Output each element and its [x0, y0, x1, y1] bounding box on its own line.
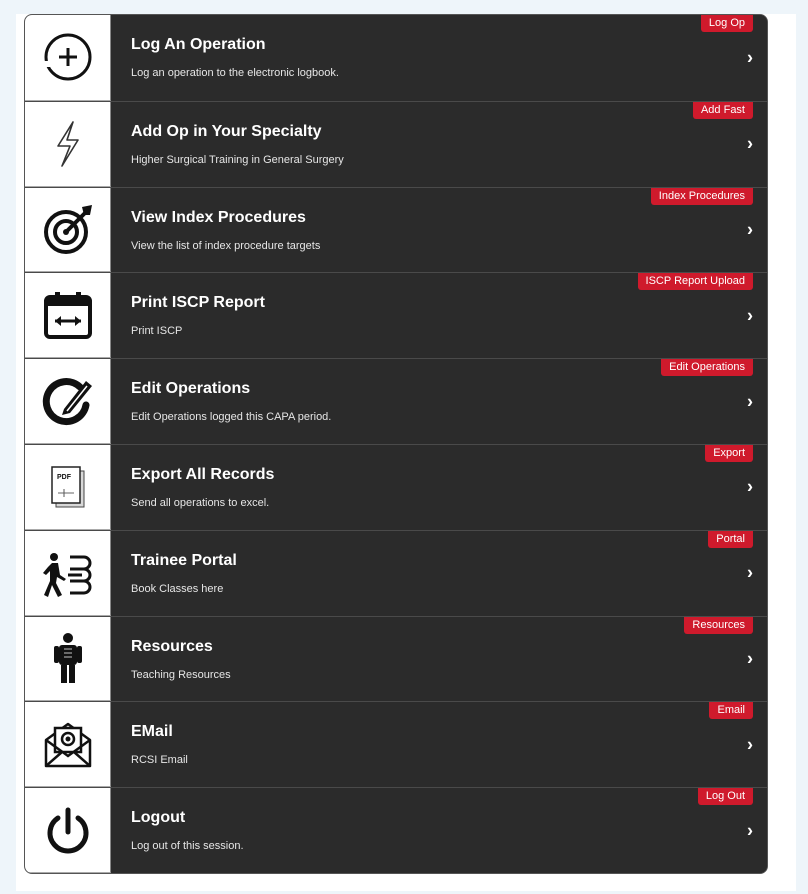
menu-badge: Email: [709, 702, 753, 720]
menu-badge: Add Fast: [692, 101, 753, 119]
menu-item-trainee-portal[interactable]: Portal Trainee Portal Book Classes here …: [25, 529, 767, 616]
menu-badge: Resources: [684, 616, 753, 634]
menu-badge: Log Out: [697, 788, 753, 806]
menu-item-export-records[interactable]: PDF Export Export All Records Send all o…: [25, 443, 767, 530]
menu-item-title: Edit Operations: [131, 380, 251, 398]
chevron-right-icon: ›: [747, 562, 753, 583]
menu-item-print-iscp[interactable]: ISCP Report Upload Print ISCP Report Pri…: [25, 272, 767, 359]
menu-item-index-procedures[interactable]: Index Procedures View Index Procedures V…: [25, 186, 767, 273]
menu-badge: Portal: [708, 530, 753, 548]
chevron-right-icon: ›: [747, 305, 753, 326]
power-icon: [25, 788, 111, 873]
menu-item-subtitle: View the list of index procedure targets: [131, 239, 321, 252]
menu-item-subtitle: Higher Surgical Training in General Surg…: [131, 153, 344, 166]
menu-badge: Index Procedures: [650, 187, 753, 205]
menu-badge: ISCP Report Upload: [637, 273, 753, 291]
menu-item-subtitle: Log out of this session.: [131, 840, 244, 853]
menu-item-add-op-specialty[interactable]: Add Fast Add Op in Your Specialty Higher…: [25, 100, 767, 187]
menu-badge: Log Op: [700, 15, 753, 32]
menu-item-title: EMail: [131, 723, 173, 741]
chevron-right-icon: ›: [747, 133, 753, 154]
chevron-right-icon: ›: [747, 47, 753, 68]
menu-item-title: Trainee Portal: [131, 551, 237, 569]
menu-item-title: Add Op in Your Specialty: [131, 122, 322, 140]
menu-item-edit-operations[interactable]: Edit Operations Edit Operations Edit Ope…: [25, 358, 767, 444]
anatomy-icon: [25, 616, 111, 702]
menu-item-log-operation[interactable]: Log Op Log An Operation Log an operation…: [25, 15, 767, 101]
chevron-right-icon: ›: [747, 391, 753, 412]
menu-item-subtitle: RCSI Email: [131, 754, 188, 767]
chevron-right-icon: ›: [747, 219, 753, 240]
target-icon: [25, 187, 111, 273]
menu-item-title: Print ISCP Report: [131, 294, 265, 312]
menu-item-logout[interactable]: Log Out Logout Log out of this session. …: [25, 787, 767, 873]
menu-item-title: View Index Procedures: [131, 208, 306, 226]
email-icon: [25, 702, 111, 788]
chevron-right-icon: ›: [747, 648, 753, 669]
calendar-icon: [25, 273, 111, 359]
svg-text:PDF: PDF: [57, 474, 72, 481]
chevron-right-icon: ›: [747, 820, 753, 841]
portal-icon: [25, 530, 111, 616]
menu-item-subtitle: Log an operation to the electronic logbo…: [131, 67, 339, 79]
menu-badge: Edit Operations: [661, 359, 753, 377]
menu-item-subtitle: Edit Operations logged this CAPA period.: [131, 411, 332, 424]
main-menu: Log Op Log An Operation Log an operation…: [24, 14, 768, 874]
plus-circle-icon: [25, 15, 111, 101]
menu-item-resources[interactable]: Resources Resources Teaching Resources ›: [25, 615, 767, 702]
menu-item-subtitle: Print ISCP: [131, 325, 183, 338]
menu-item-email[interactable]: Email EMail RCSI Email ›: [25, 701, 767, 788]
chevron-right-icon: ›: [747, 476, 753, 497]
menu-item-title: Resources: [131, 637, 213, 655]
chevron-right-icon: ›: [747, 734, 753, 755]
pdf-icon: PDF: [25, 444, 111, 530]
lightning-icon: [25, 101, 111, 187]
menu-item-subtitle: Book Classes here: [131, 582, 224, 595]
menu-item-subtitle: Send all operations to excel.: [131, 496, 270, 509]
menu-item-title: Export All Records: [131, 465, 275, 483]
menu-item-subtitle: Teaching Resources: [131, 668, 231, 681]
menu-item-title: Log An Operation: [131, 36, 266, 53]
edit-icon: [25, 359, 111, 444]
menu-badge: Export: [705, 444, 753, 462]
menu-item-title: Logout: [131, 809, 186, 827]
